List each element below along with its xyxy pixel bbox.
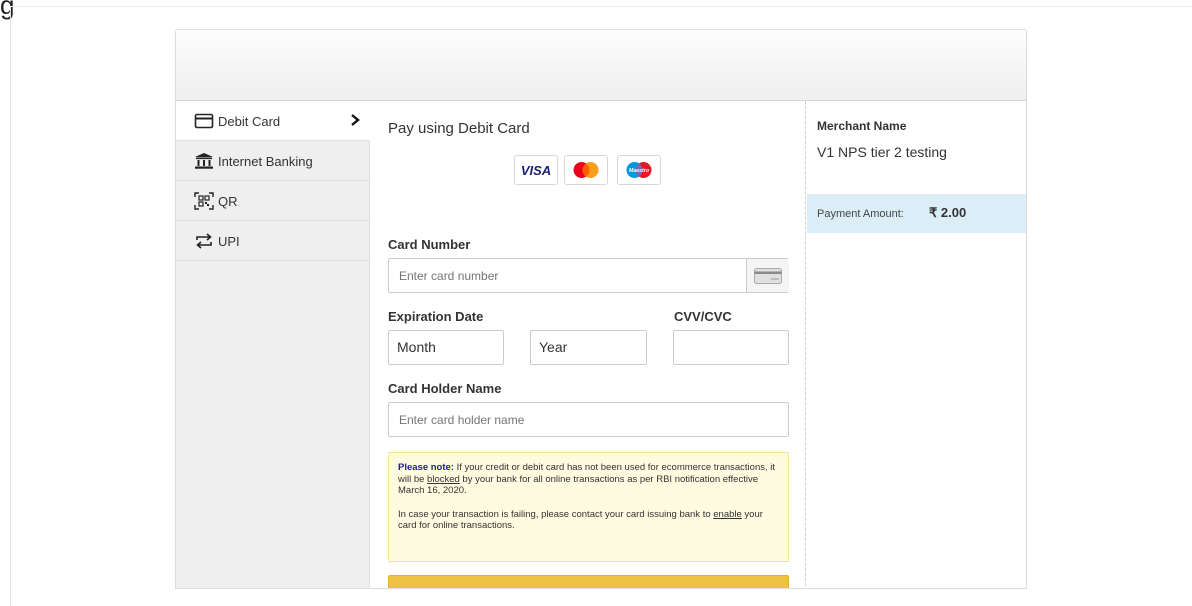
cvv-label: CVV/CVC [674,309,732,324]
svg-text:VISA: VISA [521,163,551,178]
bank-icon [194,152,214,170]
mastercard-logo [564,155,608,185]
cvv-input[interactable] [673,330,789,365]
sidebar-item-internet-banking[interactable]: Internet Banking [176,141,370,181]
notice-heading: Please note: [398,462,454,473]
sidebar-item-debit-card[interactable]: Debit Card [176,101,370,141]
qr-code-icon [194,192,214,210]
expiry-year-select[interactable]: Year [530,330,647,365]
rbi-notice: Please note: If your credit or debit car… [388,452,789,562]
payment-method-sidebar: Debit Card Internet Banking QR UPI [176,101,370,588]
card-brand-logos: VISA Maestro [514,155,674,187]
maestro-logo: Maestro [617,155,661,185]
card-number-label: Card Number [388,237,471,252]
sidebar-item-label: QR [218,194,238,209]
order-summary: Merchant Name V1 NPS tier 2 testing Paym… [807,101,1026,588]
sidebar-item-label: UPI [218,234,240,249]
expiration-date-label: Expiration Date [388,309,484,324]
payment-amount-label: Payment Amount: [817,208,904,220]
expiry-month-select[interactable]: Month [388,330,504,365]
notice-blocked-text: blocked [427,473,460,485]
card-number-input[interactable] [388,258,789,293]
card-header [176,30,1026,101]
sidebar-item-label: Internet Banking [218,154,313,169]
card-number-addon [746,259,789,292]
card-holder-name-label: Card Holder Name [388,381,502,396]
svg-text:Maestro: Maestro [629,168,649,174]
payment-amount-bar: Payment Amount: ₹ 2.00 [807,194,1026,233]
payment-card: Debit Card Internet Banking QR UPI Pay u… [175,29,1027,589]
merchant-name-value: V1 NPS tier 2 testing [817,144,947,160]
visa-logo: VISA [514,155,558,185]
debit-card-form: Pay using Debit Card VISA Maestro Card N… [370,101,806,588]
payment-amount-value: ₹ 2.00 [929,205,967,220]
enable-link[interactable]: enable [713,509,742,520]
sidebar-item-qr[interactable]: QR [176,181,370,221]
upi-transfer-icon [194,232,214,250]
credit-card-icon [194,112,214,130]
generic-card-icon [754,268,782,289]
notice-text: In case your transaction is failing, ple… [398,508,714,520]
card-holder-name-input[interactable] [388,402,789,437]
sidebar-item-upi[interactable]: UPI [176,221,370,261]
form-title: Pay using Debit Card [388,120,530,137]
make-payment-button[interactable]: Make Payment [388,575,789,588]
sidebar-item-label: Debit Card [218,114,281,129]
merchant-name-label: Merchant Name [817,119,907,133]
chevron-right-icon [348,112,362,128]
